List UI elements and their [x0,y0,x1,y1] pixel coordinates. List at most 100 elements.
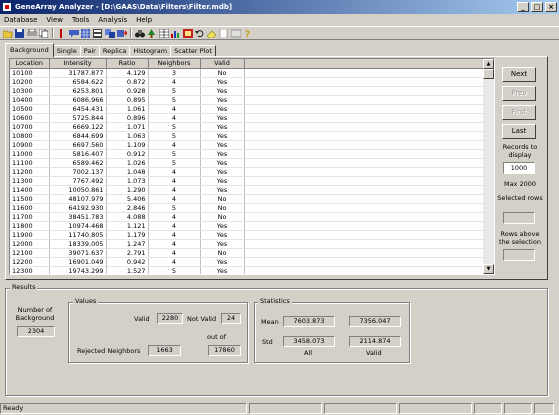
cell-intensity: 64192.930 [49,203,107,213]
column-header-valid[interactable]: Valid [200,59,245,69]
data-grid[interactable]: Location Intensity Ratio Neighbors Valid… [9,58,495,275]
cell-filler [244,149,485,159]
tree-icon[interactable] [146,28,157,39]
copy-icon[interactable] [38,28,49,39]
binoculars-icon[interactable] [134,28,145,39]
cell-ratio: 1.109 [106,140,149,150]
table-row[interactable]: 10200 6584.622 0.872 4 Yes [10,77,485,87]
help-icon[interactable]: ? [242,28,253,39]
cell-valid: Yes [200,158,245,168]
cell-location: 11900 [10,230,50,240]
table-row[interactable]: 10400 6086.966 0.895 5 Yes [10,95,485,105]
rows-above-selection-field [503,249,535,261]
cell-neighbors: 4 [148,248,201,258]
menu-help[interactable]: Help [136,16,152,24]
cell-location: 10400 [10,95,50,105]
scroll-up-arrow[interactable]: ▲ [483,59,494,69]
table-row[interactable]: 11300 7767.492 1.073 4 Yes [10,176,485,186]
table-row[interactable]: 11100 6589.462 1.026 5 Yes [10,158,485,168]
chart-icon[interactable] [170,28,181,39]
chat-icon[interactable] [68,28,79,39]
undo-icon[interactable] [194,28,205,39]
scroll-down-arrow[interactable]: ▼ [483,264,494,274]
prev-button[interactable]: Prev [502,86,536,101]
table-row[interactable]: 10500 6454.431 1.061 4 Yes [10,104,485,114]
number-of-background-label: Number of Background [15,306,55,322]
cell-location: 12000 [10,239,50,249]
table-row[interactable]: 12300 19743.299 1.527 5 Yes [10,266,485,274]
menu-database[interactable]: Database [4,16,37,24]
menu-tools[interactable]: Tools [72,16,89,24]
table-row[interactable]: 10300 6253.801 0.928 5 Yes [10,86,485,96]
blank-doc-icon[interactable] [218,28,229,39]
cell-neighbors: 5 [148,266,201,274]
stack-icon[interactable] [92,28,103,39]
table-row[interactable]: 10600 5725.844 0.896 4 Yes [10,113,485,123]
cell-location: 11400 [10,185,50,195]
save-icon[interactable] [14,28,25,39]
maximize-button[interactable]: □ [531,2,543,12]
cell-filler [244,131,485,141]
cell-neighbors: 5 [148,86,201,96]
column-header-ratio[interactable]: Ratio [106,59,149,69]
table-row[interactable]: 10900 6697.560 1.109 4 Yes [10,140,485,150]
table-row[interactable]: 11200 7002.137 1.048 4 Yes [10,167,485,177]
close-button[interactable]: × [545,2,557,12]
export-icon[interactable] [116,28,127,39]
cell-intensity: 6669.122 [49,122,107,132]
table-row[interactable]: 12200 16901.049 0.942 4 Yes [10,257,485,267]
results-label: Results [10,283,38,291]
column-header-location[interactable]: Location [10,59,50,69]
table-row[interactable]: 10800 6844.699 1.063 5 Yes [10,131,485,141]
table-row[interactable]: 11500 48107.979 5.406 4 No [10,194,485,204]
cell-location: 11200 [10,167,50,177]
std-label: Std [262,338,273,346]
flag-icon[interactable] [56,28,67,39]
cell-valid: Yes [200,122,245,132]
column-header-neighbors[interactable]: Neighbors [148,59,201,69]
status-pane-2 [249,403,322,414]
cell-intensity: 6454.431 [49,104,107,114]
out-of-value: 17860 [208,345,241,356]
grid-icon[interactable] [80,28,91,39]
table-row[interactable]: 10100 31787.877 4.129 3 No [10,68,485,78]
cell-location: 10100 [10,68,50,78]
cell-neighbors: 4 [148,194,201,204]
copy-layers-icon[interactable] [104,28,115,39]
print-icon[interactable] [26,28,37,39]
table-row[interactable]: 10700 6669.122 1.071 5 Yes [10,122,485,132]
menu-analysis[interactable]: Analysis [98,16,127,24]
table-row[interactable]: 11700 38451.783 4.088 4 No [10,212,485,222]
table-row[interactable]: 12000 18339.005 1.247 4 Yes [10,239,485,249]
next-button[interactable]: Next [502,67,536,82]
image-icon[interactable] [182,28,193,39]
tab-background[interactable]: Background [5,43,54,57]
table-icon[interactable] [158,28,169,39]
menu-view[interactable]: View [46,16,63,24]
table-row[interactable]: 11900 11740.805 1.179 4 Yes [10,230,485,240]
cell-neighbors: 5 [148,122,201,132]
open-icon[interactable] [2,28,13,39]
last-button[interactable]: Last [502,124,536,139]
cell-ratio: 1.527 [106,266,149,274]
cell-ratio: 0.942 [106,257,149,267]
tablet-icon[interactable] [230,28,241,39]
values-label: Values [73,297,99,305]
eraser-icon[interactable] [206,28,217,39]
records-to-display-input[interactable]: 1000 [503,162,535,174]
table-row[interactable]: 11800 10974.468 1.121 4 Yes [10,221,485,231]
number-of-background-value: 2304 [17,326,55,337]
vertical-scrollbar[interactable]: ▲ ▼ [483,59,494,274]
table-row[interactable]: 12100 39071.637 2.791 4 No [10,248,485,258]
first-button[interactable]: First [502,105,536,120]
column-header-intensity[interactable]: Intensity [49,59,107,69]
menu-bar: Database View Tools Analysis Help [0,14,559,26]
table-row[interactable]: 11400 10050.861 1.290 4 Yes [10,185,485,195]
statistics-group [254,302,410,363]
scroll-thumb[interactable] [483,69,494,79]
cell-filler [244,113,485,123]
table-row[interactable]: 11600 64192.930 2.846 5 No [10,203,485,213]
minimize-button[interactable]: _ [517,2,529,12]
size-grip[interactable] [534,403,554,414]
table-row[interactable]: 11000 5816.407 0.912 5 Yes [10,149,485,159]
